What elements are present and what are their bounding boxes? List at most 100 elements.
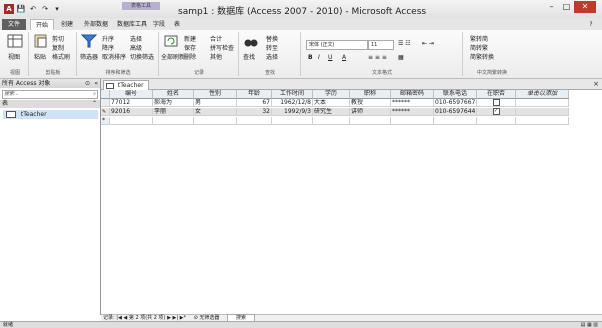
simp-to-trad-button[interactable]: 简转繁: [470, 43, 488, 52]
table-cell[interactable]: [477, 99, 516, 107]
checkbox[interactable]: ✓: [492, 108, 500, 115]
collapse-pane-icon[interactable]: «: [94, 79, 98, 88]
nav-group-tables[interactable]: 表 ⌃: [0, 100, 100, 108]
tab-file[interactable]: 文件: [2, 19, 26, 30]
column-header[interactable]: 年龄: [237, 90, 272, 99]
table-cell[interactable]: [516, 108, 569, 116]
record-selector[interactable]: ✎: [101, 108, 110, 116]
view-switcher-icons[interactable]: ▤ ▦ ▥: [581, 322, 598, 328]
filter-icon[interactable]: [81, 34, 97, 48]
access-app-icon[interactable]: A: [4, 4, 14, 14]
nav-search-input[interactable]: 搜索... ⌕: [2, 90, 98, 99]
totals-button[interactable]: 合计: [210, 34, 222, 43]
table-cell[interactable]: [153, 117, 194, 125]
table-cell[interactable]: 77012: [110, 99, 153, 107]
table-cell[interactable]: ******: [391, 99, 434, 107]
column-header[interactable]: 学历: [313, 90, 350, 99]
selection-button[interactable]: 选择: [130, 34, 142, 43]
table-cell[interactable]: 67: [237, 99, 272, 107]
minimize-button[interactable]: –: [544, 1, 559, 13]
table-cell[interactable]: [516, 99, 569, 107]
advanced-filter-button[interactable]: 高级: [130, 43, 142, 52]
redo-icon[interactable]: ↷: [40, 4, 50, 14]
bold-button[interactable]: B: [308, 54, 313, 61]
select-button[interactable]: 选择: [266, 52, 278, 61]
save-record-button[interactable]: 保存: [184, 43, 196, 52]
refresh-all-button-label[interactable]: 全部刷新: [161, 52, 185, 61]
table-cell[interactable]: 女: [194, 108, 237, 116]
doc-tab-tteacher[interactable]: tTeacher: [103, 80, 149, 90]
cut-button[interactable]: 剪切: [52, 34, 64, 43]
record-selector[interactable]: [101, 99, 110, 107]
list-bullets-icon[interactable]: ☰ ☷: [398, 40, 411, 47]
chevron-down-icon[interactable]: ⊙: [85, 79, 90, 88]
table-cell[interactable]: ******: [391, 108, 434, 116]
tab-database-tools[interactable]: 数据库工具: [115, 19, 149, 30]
table-cell[interactable]: 010-6597644: [434, 108, 477, 116]
column-header[interactable]: 工作时间: [272, 90, 313, 99]
table-cell[interactable]: [434, 117, 477, 125]
view-button-label[interactable]: 视图: [8, 52, 20, 61]
copy-button[interactable]: 复制: [52, 43, 64, 52]
table-cell[interactable]: 1992/9/3: [272, 108, 313, 116]
font-size-select[interactable]: 11: [368, 40, 394, 50]
tab-table[interactable]: 表: [171, 19, 183, 30]
tab-create[interactable]: 创建: [56, 19, 78, 30]
column-header[interactable]: 邮箱密码: [391, 90, 434, 99]
table-cell[interactable]: [110, 117, 153, 125]
align-icons[interactable]: ≡ ≡ ≡: [368, 54, 387, 61]
underline-button[interactable]: U: [328, 54, 332, 61]
clear-sort-button[interactable]: 取消排序: [102, 52, 126, 61]
table-cell[interactable]: 010-6597667: [434, 99, 477, 107]
paste-button-label[interactable]: 粘贴: [34, 52, 46, 61]
sort-descending-button[interactable]: 降序: [102, 43, 114, 52]
table-cell[interactable]: [194, 117, 237, 125]
replace-button[interactable]: 替换: [266, 34, 278, 43]
find-button-label[interactable]: 查找: [243, 52, 255, 61]
gridlines-icon[interactable]: ▦: [398, 54, 404, 61]
tab-external-data[interactable]: 外部数据: [82, 19, 110, 30]
checkbox[interactable]: [492, 99, 500, 106]
maximize-button[interactable]: □: [559, 1, 574, 13]
table-cell[interactable]: 32: [237, 108, 272, 116]
select-all-cell[interactable]: [101, 90, 110, 99]
table-cell[interactable]: [350, 117, 391, 125]
table-cell[interactable]: 研究生: [313, 108, 350, 116]
tab-fields[interactable]: 字段: [151, 19, 167, 30]
click-to-add-column[interactable]: 单击以添加: [516, 90, 569, 99]
refresh-all-icon[interactable]: [163, 34, 179, 48]
table-cell[interactable]: 大本: [313, 99, 350, 107]
format-painter-button[interactable]: 格式刷: [52, 52, 70, 61]
table-cell[interactable]: 男: [194, 99, 237, 107]
new-record-button[interactable]: 新建: [184, 34, 196, 43]
nav-item-tteacher[interactable]: tTeacher: [3, 110, 98, 119]
goto-button[interactable]: 转至: [266, 43, 278, 52]
spelling-button[interactable]: 拼写检查: [210, 43, 234, 52]
italic-button[interactable]: I: [318, 54, 320, 61]
column-header[interactable]: 编号: [110, 90, 153, 99]
table-cell[interactable]: [272, 117, 313, 125]
binoculars-icon[interactable]: [243, 34, 259, 48]
table-cell[interactable]: 讲师: [350, 108, 391, 116]
font-name-select[interactable]: 宋体 (正文): [306, 40, 368, 50]
customize-qat-icon[interactable]: ▾: [52, 4, 62, 14]
sort-ascending-button[interactable]: 升序: [102, 34, 114, 43]
new-record-selector[interactable]: *: [101, 117, 110, 125]
column-header[interactable]: 在职否: [477, 90, 516, 99]
table-cell[interactable]: [477, 117, 516, 125]
table-cell[interactable]: [313, 117, 350, 125]
filter-button-label[interactable]: 筛选器: [80, 52, 98, 61]
undo-icon[interactable]: ↶: [28, 4, 38, 14]
column-header[interactable]: 姓名: [153, 90, 194, 99]
chevron-up-icon[interactable]: ⌃: [92, 100, 97, 108]
search-icon[interactable]: ⌕: [93, 91, 96, 98]
table-cell[interactable]: ✓: [477, 108, 516, 116]
indent-icon[interactable]: ⇤ ⇥: [422, 40, 434, 47]
view-icon[interactable]: [7, 34, 23, 48]
more-button[interactable]: 其他: [210, 52, 222, 61]
column-header[interactable]: 性别: [194, 90, 237, 99]
table-cell[interactable]: 李丽: [153, 108, 194, 116]
table-cell[interactable]: 教授: [350, 99, 391, 107]
paste-icon[interactable]: [33, 34, 49, 48]
table-cell[interactable]: 1962/12/8: [272, 99, 313, 107]
